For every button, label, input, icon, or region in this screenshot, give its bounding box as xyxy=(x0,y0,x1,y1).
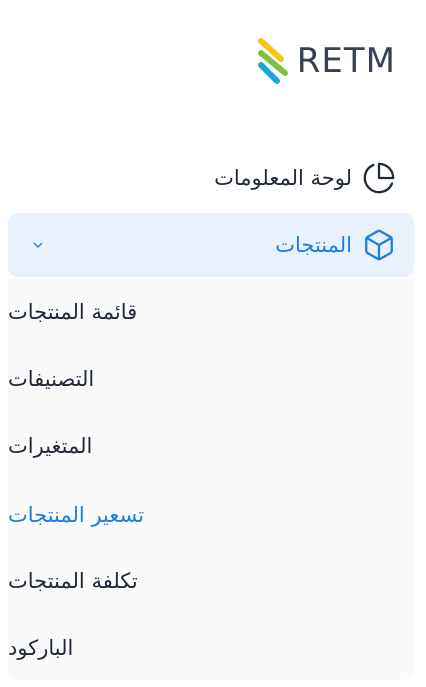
products-submenu: قائمة المنتجات التصنيفات المتغيرات تسعير… xyxy=(8,279,414,680)
submenu-item-variants[interactable]: المتغيرات xyxy=(8,418,414,474)
brand-name: RETM xyxy=(296,41,396,81)
submenu-item-categories[interactable]: التصنيفات xyxy=(8,351,414,407)
sidebar-item-label: المنتجات xyxy=(275,233,352,257)
sidebar-item-dashboard[interactable]: لوحة المعلومات xyxy=(8,146,414,210)
pie-chart-icon xyxy=(362,161,396,195)
submenu-item-product-cost[interactable]: تكلفة المنتجات xyxy=(8,553,414,609)
brand-mark-icon xyxy=(257,38,288,84)
sidebar-item-label: لوحة المعلومات xyxy=(214,166,352,190)
chevron-down-icon[interactable] xyxy=(30,237,46,253)
submenu-item-product-list[interactable]: قائمة المنتجات xyxy=(8,284,414,340)
brand-logo[interactable]: RETM xyxy=(255,36,396,86)
submenu-item-product-pricing[interactable]: تسعير المنتجات xyxy=(8,487,414,543)
sidebar-item-products[interactable]: المنتجات xyxy=(8,213,414,277)
submenu-item-barcode[interactable]: الباركود xyxy=(8,620,414,676)
cube-icon xyxy=(362,228,396,262)
sidebar: RETM لوحة المعلومات المنتجات قائمة المنت… xyxy=(0,0,426,687)
